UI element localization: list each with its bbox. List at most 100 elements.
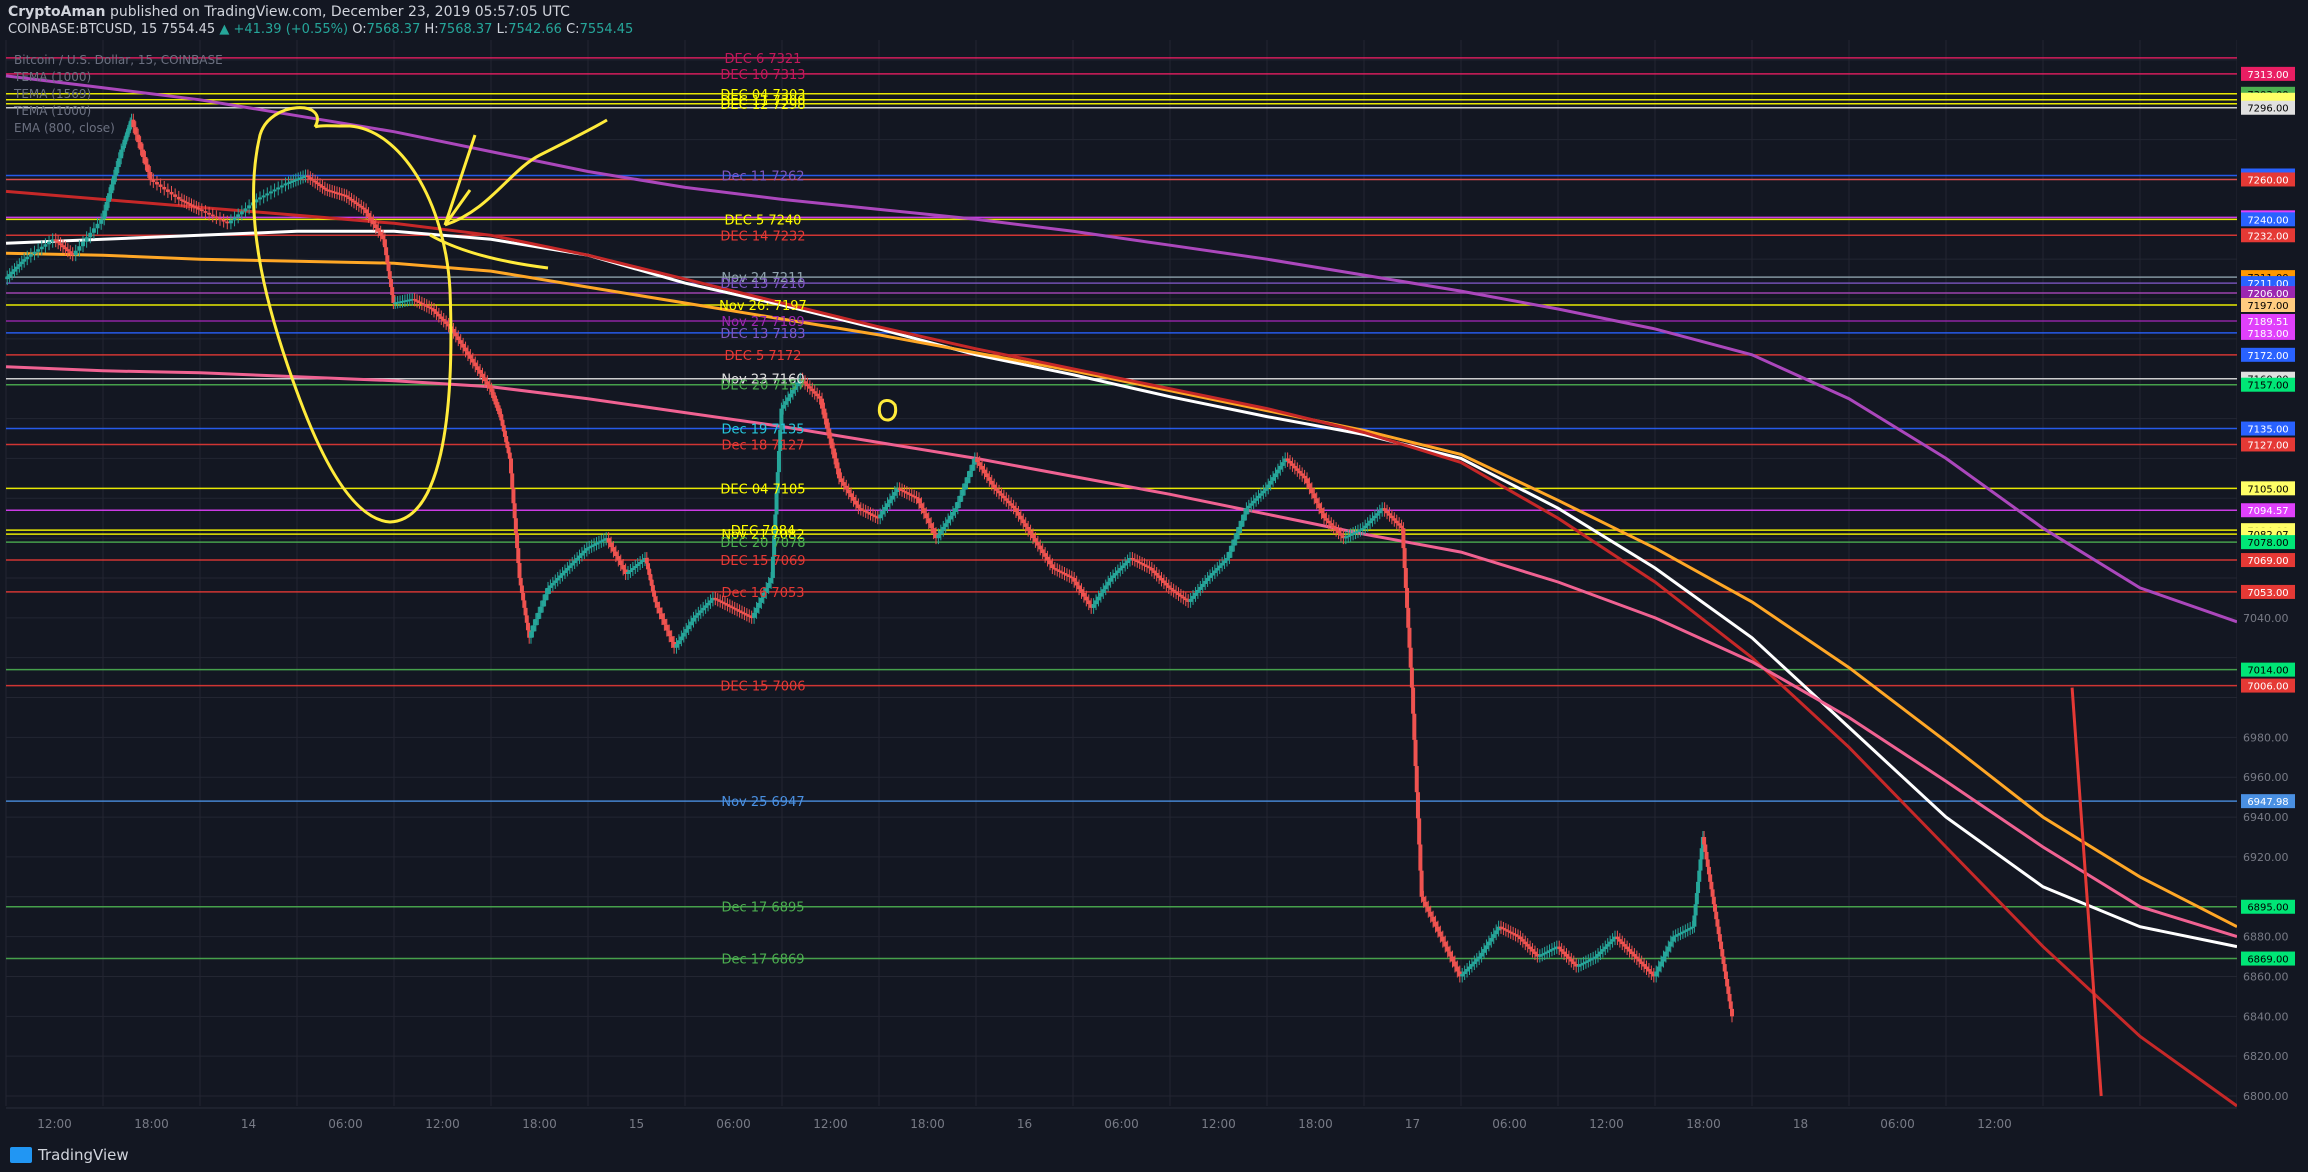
tradingview-logo[interactable]: TradingView	[10, 1146, 129, 1164]
candle-body	[1016, 511, 1021, 516]
candle-body	[63, 247, 68, 250]
candle-body	[1224, 558, 1229, 561]
candle-body	[1030, 534, 1035, 539]
time-tick: 06:00	[328, 1117, 363, 1131]
price-tick: 6880.00	[2243, 931, 2289, 944]
candle-body	[368, 216, 373, 221]
candle-body	[22, 259, 27, 262]
candle-body	[373, 224, 378, 229]
candle-body	[366, 213, 371, 217]
candle-body	[356, 204, 361, 206]
candle-body	[545, 587, 550, 595]
candle-body	[456, 336, 461, 341]
candle-body	[1166, 585, 1171, 588]
candle-body	[210, 214, 215, 217]
candle-body	[1365, 523, 1370, 526]
candle-body	[664, 624, 669, 631]
candle-body	[1300, 473, 1305, 476]
candle-body	[1014, 508, 1019, 512]
legend-item[interactable]: TEMA (1000)	[14, 103, 223, 120]
candle-body	[1285, 458, 1290, 461]
candle-body	[1629, 951, 1634, 955]
candle-body	[1642, 964, 1647, 967]
legend-item[interactable]: TEMA (1569)	[14, 86, 223, 103]
candle-body	[1639, 961, 1644, 965]
candle-body	[109, 184, 114, 194]
candle-body	[1338, 533, 1343, 536]
candle-body	[444, 321, 449, 324]
author-name[interactable]: CryptoAman	[8, 4, 105, 20]
candle-body	[1608, 941, 1613, 945]
candle-body	[1074, 581, 1079, 586]
candle-body	[1482, 949, 1487, 953]
candle-body	[480, 373, 485, 378]
candle-body	[1491, 934, 1496, 938]
candle-body	[1668, 941, 1673, 947]
symbol-label[interactable]: COINBASE:BTCUSD, 15	[8, 22, 157, 37]
level-label: DEC 5 7172	[725, 349, 802, 364]
candle-body	[693, 615, 698, 618]
candle-body	[1266, 484, 1271, 489]
legend-item[interactable]: Bitcoin / U.S. Dollar, 15, COINBASE	[14, 52, 223, 69]
candle-body	[176, 196, 181, 200]
candle-body	[1256, 495, 1261, 499]
price-badge-label: 7127.00	[2247, 440, 2288, 451]
candle-body	[1368, 520, 1373, 524]
time-tick: 12:00	[37, 1117, 72, 1131]
candle-body	[1212, 570, 1217, 573]
candle-body	[696, 612, 701, 616]
candle-body	[1479, 952, 1484, 957]
level-label: DEC 15 7069	[720, 554, 805, 569]
price-tick: 6840.00	[2243, 1010, 2289, 1023]
candle-body	[1472, 961, 1477, 965]
candle-body	[1663, 951, 1668, 957]
legend-item[interactable]: EMA (800, close)	[14, 120, 223, 137]
candle-body	[1035, 541, 1040, 546]
candle-body	[628, 570, 633, 573]
candle-body	[1564, 954, 1569, 957]
candle-body	[536, 612, 541, 620]
candle-body	[987, 477, 992, 481]
candle-body	[1666, 946, 1671, 952]
candle-body	[1208, 575, 1213, 578]
candle-body	[12, 269, 17, 272]
candle-body	[1217, 565, 1222, 569]
candle-body	[376, 228, 381, 232]
candle-body	[681, 632, 686, 637]
time-tick: 18:00	[910, 1117, 945, 1131]
candle-body	[1600, 949, 1605, 952]
candle-body	[1477, 956, 1482, 960]
candle-body	[618, 560, 623, 566]
candle-body	[626, 572, 631, 574]
price-badge-label: 7135.00	[2247, 425, 2288, 436]
candle-body	[1324, 518, 1329, 521]
candle-body	[977, 462, 982, 466]
candle-body	[684, 629, 689, 633]
candle-body	[1530, 949, 1535, 952]
candle-body	[565, 568, 570, 571]
candle-body	[1438, 931, 1443, 937]
candle-body	[1394, 520, 1399, 524]
candle-body	[1001, 495, 1006, 499]
candle-body	[47, 241, 52, 245]
level-label: Dec 17 6869	[721, 953, 804, 968]
time-tick: 12:00	[425, 1117, 460, 1131]
candle-body	[473, 362, 478, 367]
candle-body	[1222, 560, 1227, 564]
price-chart[interactable]: DEC 6 7321DEC 10 7313DEC 04 7303DEC 11 7…	[0, 40, 2308, 1140]
level-label: DEC 15 7006	[720, 680, 805, 695]
candle-body	[953, 508, 958, 512]
price-badge-label: 7172.00	[2247, 351, 2288, 362]
publish-info: CryptoAman published on TradingView.com,…	[8, 4, 570, 20]
price-badge-label: 7105.00	[2247, 484, 2288, 495]
candle-body	[1271, 477, 1276, 481]
candle-body	[706, 602, 711, 606]
candle-body	[616, 556, 621, 561]
candle-body	[1569, 959, 1574, 962]
candle-body	[320, 185, 325, 188]
candle-body	[1261, 490, 1266, 494]
legend-item[interactable]: TEMA (1000)	[14, 69, 223, 86]
candle-body	[1205, 577, 1210, 581]
candle-body	[815, 393, 820, 397]
candle-body	[1646, 969, 1651, 972]
